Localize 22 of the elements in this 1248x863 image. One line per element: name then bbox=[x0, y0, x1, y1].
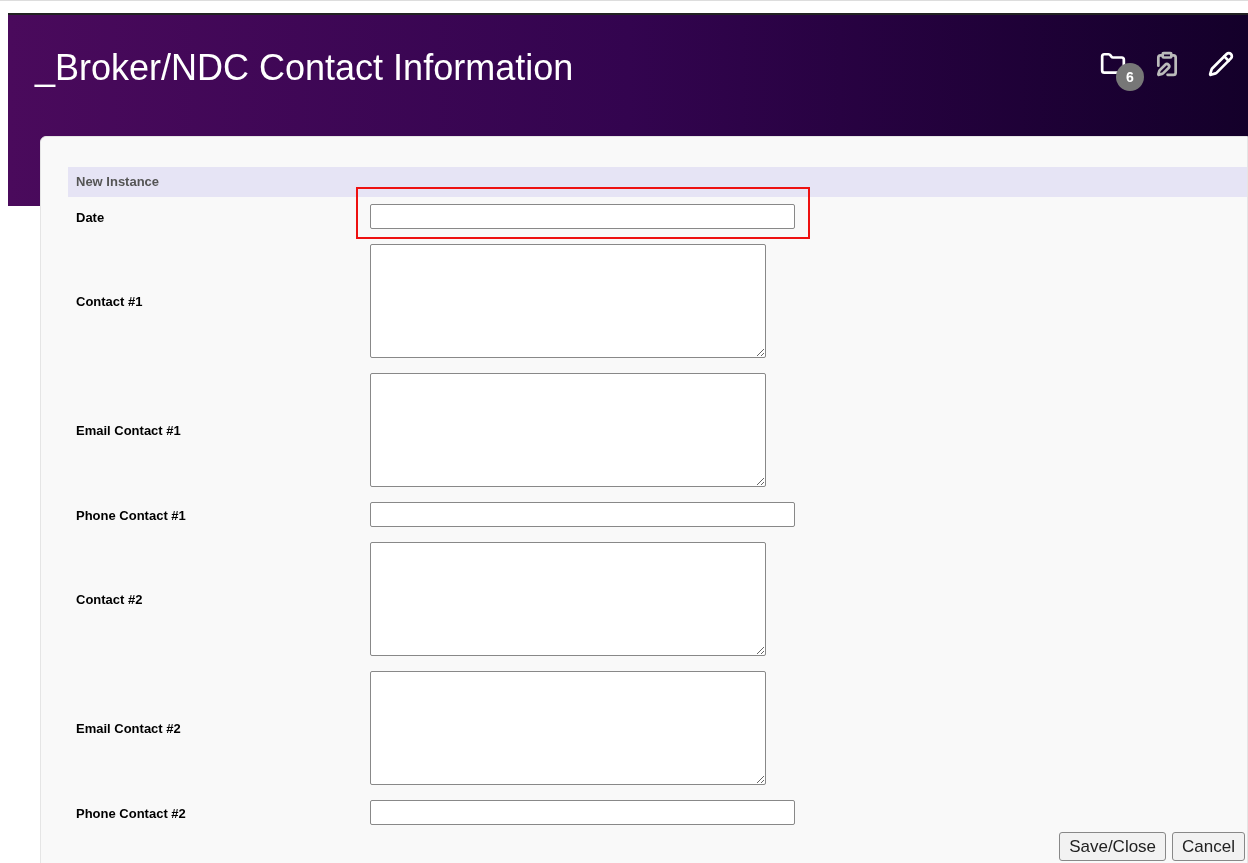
text-area[interactable] bbox=[370, 671, 766, 785]
save-close-button[interactable]: Save/Close bbox=[1059, 832, 1167, 861]
cancel-button[interactable]: Cancel bbox=[1172, 832, 1245, 861]
text-area[interactable] bbox=[370, 373, 766, 487]
count-badge: 6 bbox=[1116, 63, 1144, 91]
field-label: Email Contact #1 bbox=[76, 423, 181, 438]
folder-button[interactable]: 6 bbox=[1100, 51, 1144, 91]
text-area[interactable] bbox=[370, 542, 766, 656]
field-label: Contact #2 bbox=[76, 592, 143, 607]
field-label: Phone Contact #1 bbox=[76, 507, 186, 523]
field-label: Date bbox=[76, 209, 105, 225]
field-label: Contact #1 bbox=[76, 294, 143, 309]
field-label: Phone Contact #2 bbox=[76, 805, 186, 821]
section-header: New Instance bbox=[68, 167, 1247, 197]
pencil-icon[interactable] bbox=[1208, 51, 1234, 77]
page-title: _Broker/NDC Contact Information bbox=[35, 46, 574, 90]
input-field[interactable] bbox=[370, 800, 795, 825]
input-field[interactable] bbox=[370, 204, 795, 229]
text-area[interactable] bbox=[370, 244, 766, 358]
clipboard-edit-icon[interactable] bbox=[1154, 51, 1180, 77]
field-label: Email Contact #2 bbox=[76, 721, 181, 736]
input-field[interactable] bbox=[370, 502, 795, 527]
